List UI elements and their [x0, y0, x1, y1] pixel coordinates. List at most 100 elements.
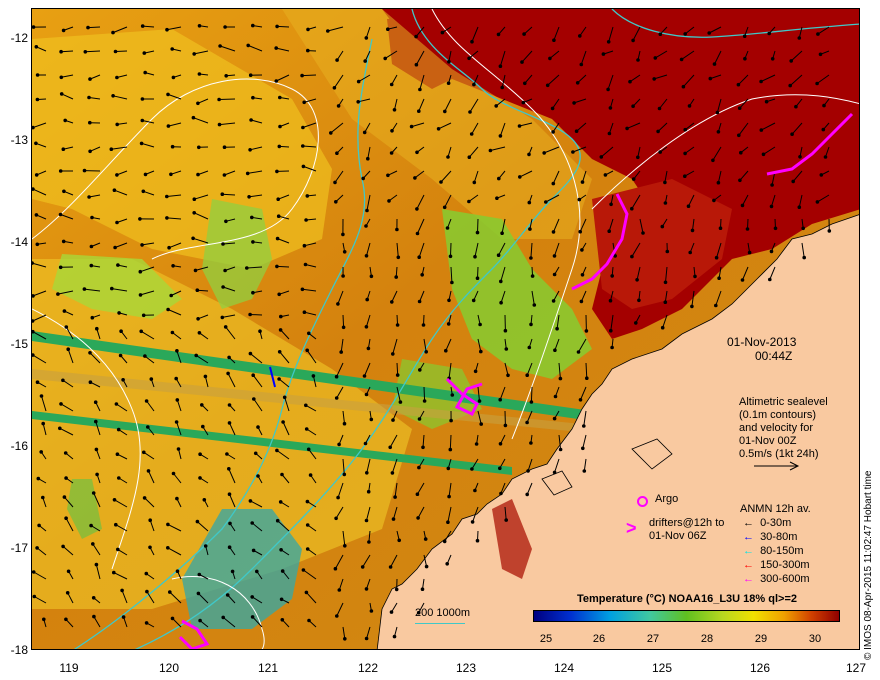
anmn-range-label: 150-300m: [760, 559, 810, 571]
velocity-arrow-head: [175, 569, 180, 573]
velocity-arrow-head: [637, 298, 641, 303]
velocity-arrow-head: [420, 587, 425, 591]
velocity-arrow-head: [90, 315, 95, 320]
velocity-arrow: [302, 74, 317, 77]
velocity-arrow-head: [34, 141, 38, 146]
velocity-arrow-head: [141, 189, 146, 194]
velocity-arrow-head: [62, 309, 67, 313]
velocity-arrow-head: [418, 87, 422, 92]
velocity-arrow-head: [227, 403, 232, 407]
velocity-arrow-head: [144, 571, 149, 576]
velocity-arrow-head: [251, 95, 255, 100]
velocity-arrow-head: [88, 77, 92, 81]
lat-tick: -14: [10, 235, 28, 249]
velocity-arrow-head: [227, 355, 231, 360]
velocity-arrow-head: [35, 380, 40, 385]
velocity-arrow-head: [798, 155, 802, 159]
velocity-arrow-head: [366, 346, 371, 351]
velocity-arrow-head: [665, 249, 670, 254]
velocity-arrow-head: [393, 495, 397, 499]
velocity-arrow-head: [166, 307, 170, 312]
velocity-arrow-head: [448, 254, 453, 259]
lat-tick: -13: [10, 133, 28, 147]
velocity-arrow-head: [716, 130, 721, 134]
velocity-arrow-head: [822, 103, 826, 108]
velocity-arrow-head: [275, 264, 279, 269]
velocity-arrow: [276, 265, 290, 268]
velocity-arrow-head: [92, 614, 96, 619]
velocity-arrow-head: [217, 97, 221, 102]
velocity-arrow-head: [388, 445, 393, 450]
velocity-arrow-head: [279, 597, 284, 602]
velocity-arrow-head: [658, 32, 663, 36]
velocity-arrow-head: [168, 590, 172, 594]
velocity-arrow-head: [225, 593, 230, 597]
velocity-arrow-head: [278, 95, 282, 100]
velocity-arrow-head: [281, 420, 285, 424]
velocity-arrow-head: [386, 27, 390, 32]
velocity-arrow-head: [176, 447, 181, 451]
velocity-arrow-head: [571, 150, 575, 154]
velocity-arrow-head: [532, 303, 537, 307]
velocity-arrow-head: [542, 151, 546, 155]
velocity-arrow-head: [276, 214, 281, 218]
velocity-arrow-head: [737, 106, 742, 110]
velocity-arrow-head: [217, 122, 222, 127]
velocity-arrow-head: [252, 397, 256, 401]
velocity-arrow-head: [248, 312, 252, 317]
velocity-arrow-head: [767, 31, 771, 36]
velocity-arrow-head: [56, 292, 60, 296]
velocity-arrow-head: [256, 474, 260, 478]
velocity-arrow-head: [500, 231, 504, 235]
velocity-arrow-head: [222, 173, 227, 177]
velocity-arrow-head: [551, 230, 556, 234]
velocity-arrow-head: [609, 328, 613, 333]
velocity-arrow-head: [274, 79, 279, 83]
velocity-arrow-head: [708, 76, 713, 81]
velocity-arrow-head: [119, 329, 123, 334]
velocity-arrow-head: [61, 28, 66, 33]
velocity-arrow-head: [198, 618, 202, 623]
anmn-legend-row: ← 80-150m: [743, 545, 803, 557]
velocity-arrow-head: [424, 564, 429, 569]
velocity-arrow-head: [171, 264, 175, 268]
velocity-arrow-head: [470, 520, 475, 524]
velocity-arrow-head: [202, 498, 207, 502]
velocity-arrow-head: [496, 253, 501, 257]
velocity-arrow-head: [663, 300, 668, 305]
velocity-arrow-head: [143, 172, 148, 177]
velocity-arrow-head: [364, 36, 369, 40]
velocity-arrow-head: [467, 155, 472, 159]
velocity-arrow-head: [522, 32, 526, 36]
velocity-arrow-head: [170, 616, 175, 621]
velocity-arrow-head: [308, 473, 313, 477]
velocity-arrow-head: [93, 400, 98, 405]
velocity-arrow-head: [59, 402, 63, 406]
velocity-arrow-head: [363, 59, 368, 63]
velocity-arrow-head: [389, 610, 394, 614]
velocity-arrow-head: [335, 151, 339, 155]
velocity-arrow-head: [303, 262, 308, 267]
velocity-arrow-head: [113, 245, 117, 250]
depth-contours-label: 200 1000m: [415, 607, 471, 619]
velocity-arrow-head: [365, 208, 369, 213]
velocity-arrow-head: [797, 36, 802, 40]
velocity-arrow-head: [333, 566, 338, 571]
velocity-arrow-head: [364, 325, 369, 329]
velocity-arrow-head: [300, 287, 305, 292]
velocity-arrow-head: [739, 150, 743, 155]
velocity-arrow-head: [606, 87, 610, 92]
velocity-arrow-head: [227, 492, 232, 497]
velocity-arrow-head: [343, 544, 347, 548]
velocity-arrow-head: [334, 516, 338, 521]
velocity-arrow-head: [479, 349, 483, 354]
velocity-arrow-head: [414, 62, 419, 67]
velocity-arrow-head: [41, 421, 45, 426]
velocity-arrow-head: [742, 34, 747, 38]
velocity-arrow-head: [737, 133, 741, 138]
velocity-arrow-head: [35, 73, 40, 77]
velocity-arrow-head: [115, 173, 119, 177]
altimetry-line: Altimetric sealevel: [739, 396, 828, 408]
sst-map[interactable]: 01-Nov-2013 00:44Z Altimetric sealevel (…: [31, 8, 860, 650]
velocity-arrow-head: [121, 615, 126, 619]
